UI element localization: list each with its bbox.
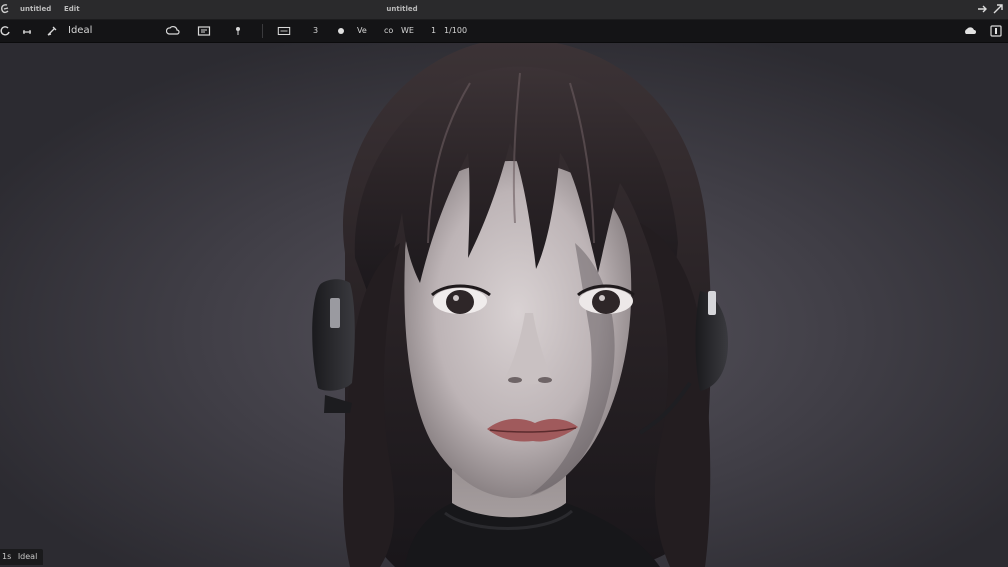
undo-arrow-icon[interactable] (976, 3, 988, 15)
app-window: untitled Edit untitled Ideal 3 Ve co WE … (0, 0, 1008, 567)
resolution-label[interactable]: 1/100 (444, 20, 467, 42)
export-icon[interactable] (989, 24, 1003, 38)
view-label[interactable]: Ve (357, 20, 367, 42)
menu-file[interactable]: untitled (20, 0, 51, 19)
toolbar-separator (262, 24, 263, 38)
frame-icon[interactable] (277, 24, 291, 38)
status-prefix: 1s (2, 552, 12, 561)
refresh-icon[interactable] (0, 24, 12, 38)
render-viewport[interactable]: 1s Ideal (0, 43, 1008, 567)
pen-icon[interactable] (45, 24, 59, 38)
menu-edit[interactable]: Edit (64, 0, 80, 19)
redo-arrow-icon[interactable] (992, 3, 1004, 15)
portrait-render (0, 43, 1008, 567)
window-title: untitled (386, 5, 418, 13)
cloud-icon[interactable] (166, 24, 180, 38)
pin-icon[interactable] (231, 24, 245, 38)
count-label[interactable]: 1 (431, 20, 436, 42)
viewport-status: 1s Ideal (0, 549, 44, 565)
toolbar: Ideal 3 Ve co WE 1 1/100 (0, 20, 1008, 43)
zoom-label[interactable]: WE (401, 20, 414, 42)
status-label: Ideal (17, 552, 38, 561)
measure-icon[interactable] (20, 24, 34, 38)
mode-label[interactable]: co (384, 20, 393, 42)
app-logo-icon[interactable] (0, 3, 10, 15)
dot-icon[interactable] (334, 24, 348, 38)
panel-icon[interactable] (197, 24, 211, 38)
title-bar: untitled Edit untitled (0, 0, 1008, 20)
toolbar-label[interactable]: Ideal (68, 20, 92, 42)
frame-value[interactable]: 3 (313, 20, 318, 42)
cloud-status-icon[interactable] (963, 24, 977, 38)
